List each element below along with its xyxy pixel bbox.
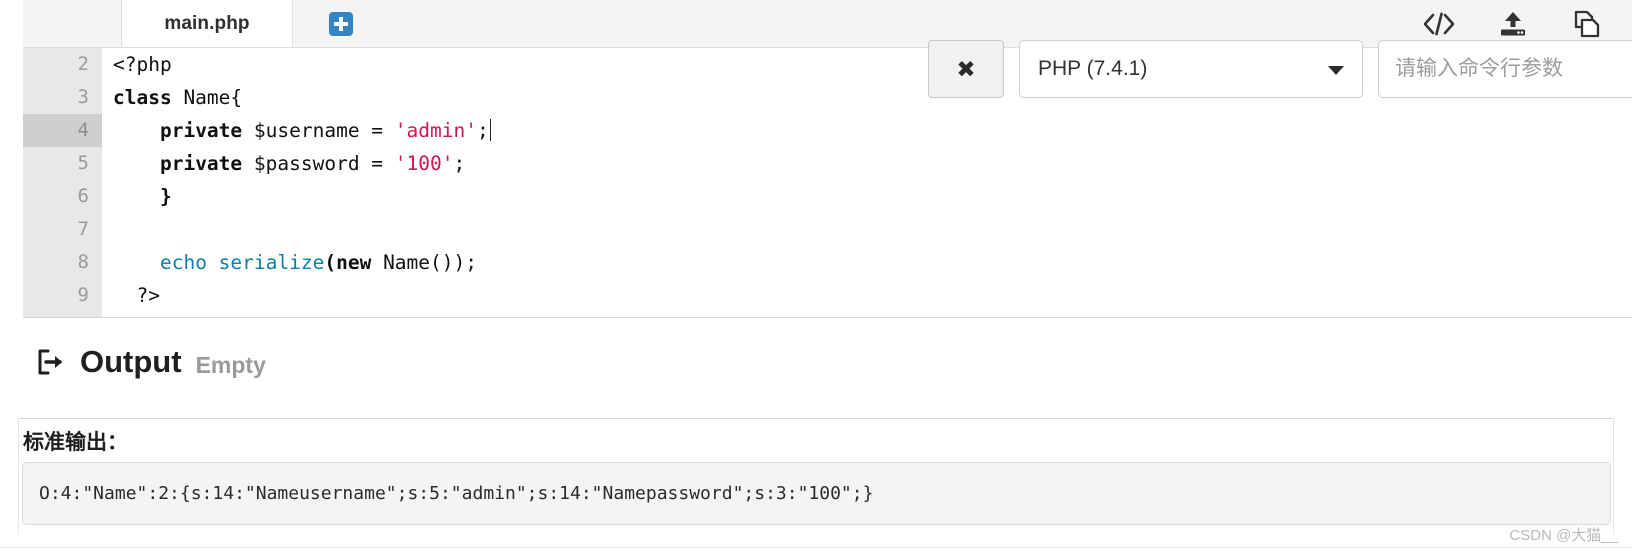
line-number: 2 (77, 53, 89, 75)
line-number: 5 (77, 152, 89, 174)
code-token: Name()); (371, 251, 477, 274)
run-controls: ✖ PHP (7.4.1) (928, 40, 1632, 98)
code-line: ?> (113, 279, 1632, 312)
code-token: ?> (113, 284, 160, 307)
plus-square-icon (329, 11, 353, 36)
code-brackets-icon (1423, 12, 1455, 35)
line-number: 3 (77, 86, 89, 108)
code-token: $password = (242, 152, 395, 175)
line-number: 8 (77, 251, 89, 273)
code-token: ( (324, 251, 337, 274)
code-token: 'admin' (394, 119, 477, 142)
stdout-panel: 标准输出： O:4:"Name":2:{s:14:"Nameusername";… (18, 418, 1614, 534)
command-args-input[interactable] (1378, 40, 1632, 98)
code-token: class (113, 86, 172, 109)
code-token: private (159, 119, 243, 142)
output-status-badge: Empty (195, 351, 266, 378)
code-token: } (113, 185, 172, 208)
add-tab-button[interactable] (293, 0, 389, 47)
tab-main-php[interactable]: main.php (122, 0, 293, 47)
stop-button[interactable]: ✖ (928, 40, 1004, 98)
line-number: 6 (77, 185, 89, 207)
line-number-active: 4 (23, 114, 102, 147)
line-number-gutter: 2 3 4 5 6 7 8 9 (23, 48, 102, 317)
upload-icon (1501, 11, 1525, 35)
close-x-icon: ✖ (956, 55, 976, 82)
text-caret (489, 119, 491, 141)
stdout-text[interactable]: O:4:"Name":2:{s:14:"Nameusername";s:5:"a… (22, 462, 1611, 525)
language-select[interactable]: PHP (7.4.1) (1019, 40, 1363, 98)
code-editor: main.php 2 3 4 5 6 7 8 9 <?php class Nam… (23, 0, 1632, 318)
output-title: Output (80, 344, 182, 379)
code-token: <?php (113, 53, 172, 76)
stdout-label: 标准输出： (23, 431, 128, 454)
code-token: Name{ (171, 86, 243, 109)
code-token: private (159, 152, 243, 175)
code-line: echo serialize(new Name()); (113, 246, 1632, 279)
code-line: private $password = '100'; (113, 147, 1632, 180)
tab-bar-gutter-spacer (23, 0, 122, 47)
copy-files-icon (1574, 10, 1600, 37)
code-token: new (336, 251, 372, 274)
code-token: echo serialize (159, 251, 325, 274)
watermark: CSDN @大猫__ (1509, 527, 1618, 544)
line-number: 9 (77, 284, 89, 306)
tab-label: main.php (164, 12, 250, 34)
chevron-down-icon (1328, 66, 1344, 75)
line-number: 7 (77, 218, 89, 240)
bottom-divider (0, 547, 1632, 548)
language-select-value: PHP (7.4.1) (1038, 57, 1148, 80)
code-token: ; (453, 152, 466, 175)
code-line: private $username = 'admin'; (113, 114, 1632, 147)
code-token: '100' (394, 152, 454, 175)
sign-out-icon (36, 348, 66, 376)
code-token: $username = (242, 119, 395, 142)
code-token: ; (476, 119, 489, 142)
code-line: } (113, 180, 1632, 213)
output-heading: Output Empty (36, 344, 266, 380)
